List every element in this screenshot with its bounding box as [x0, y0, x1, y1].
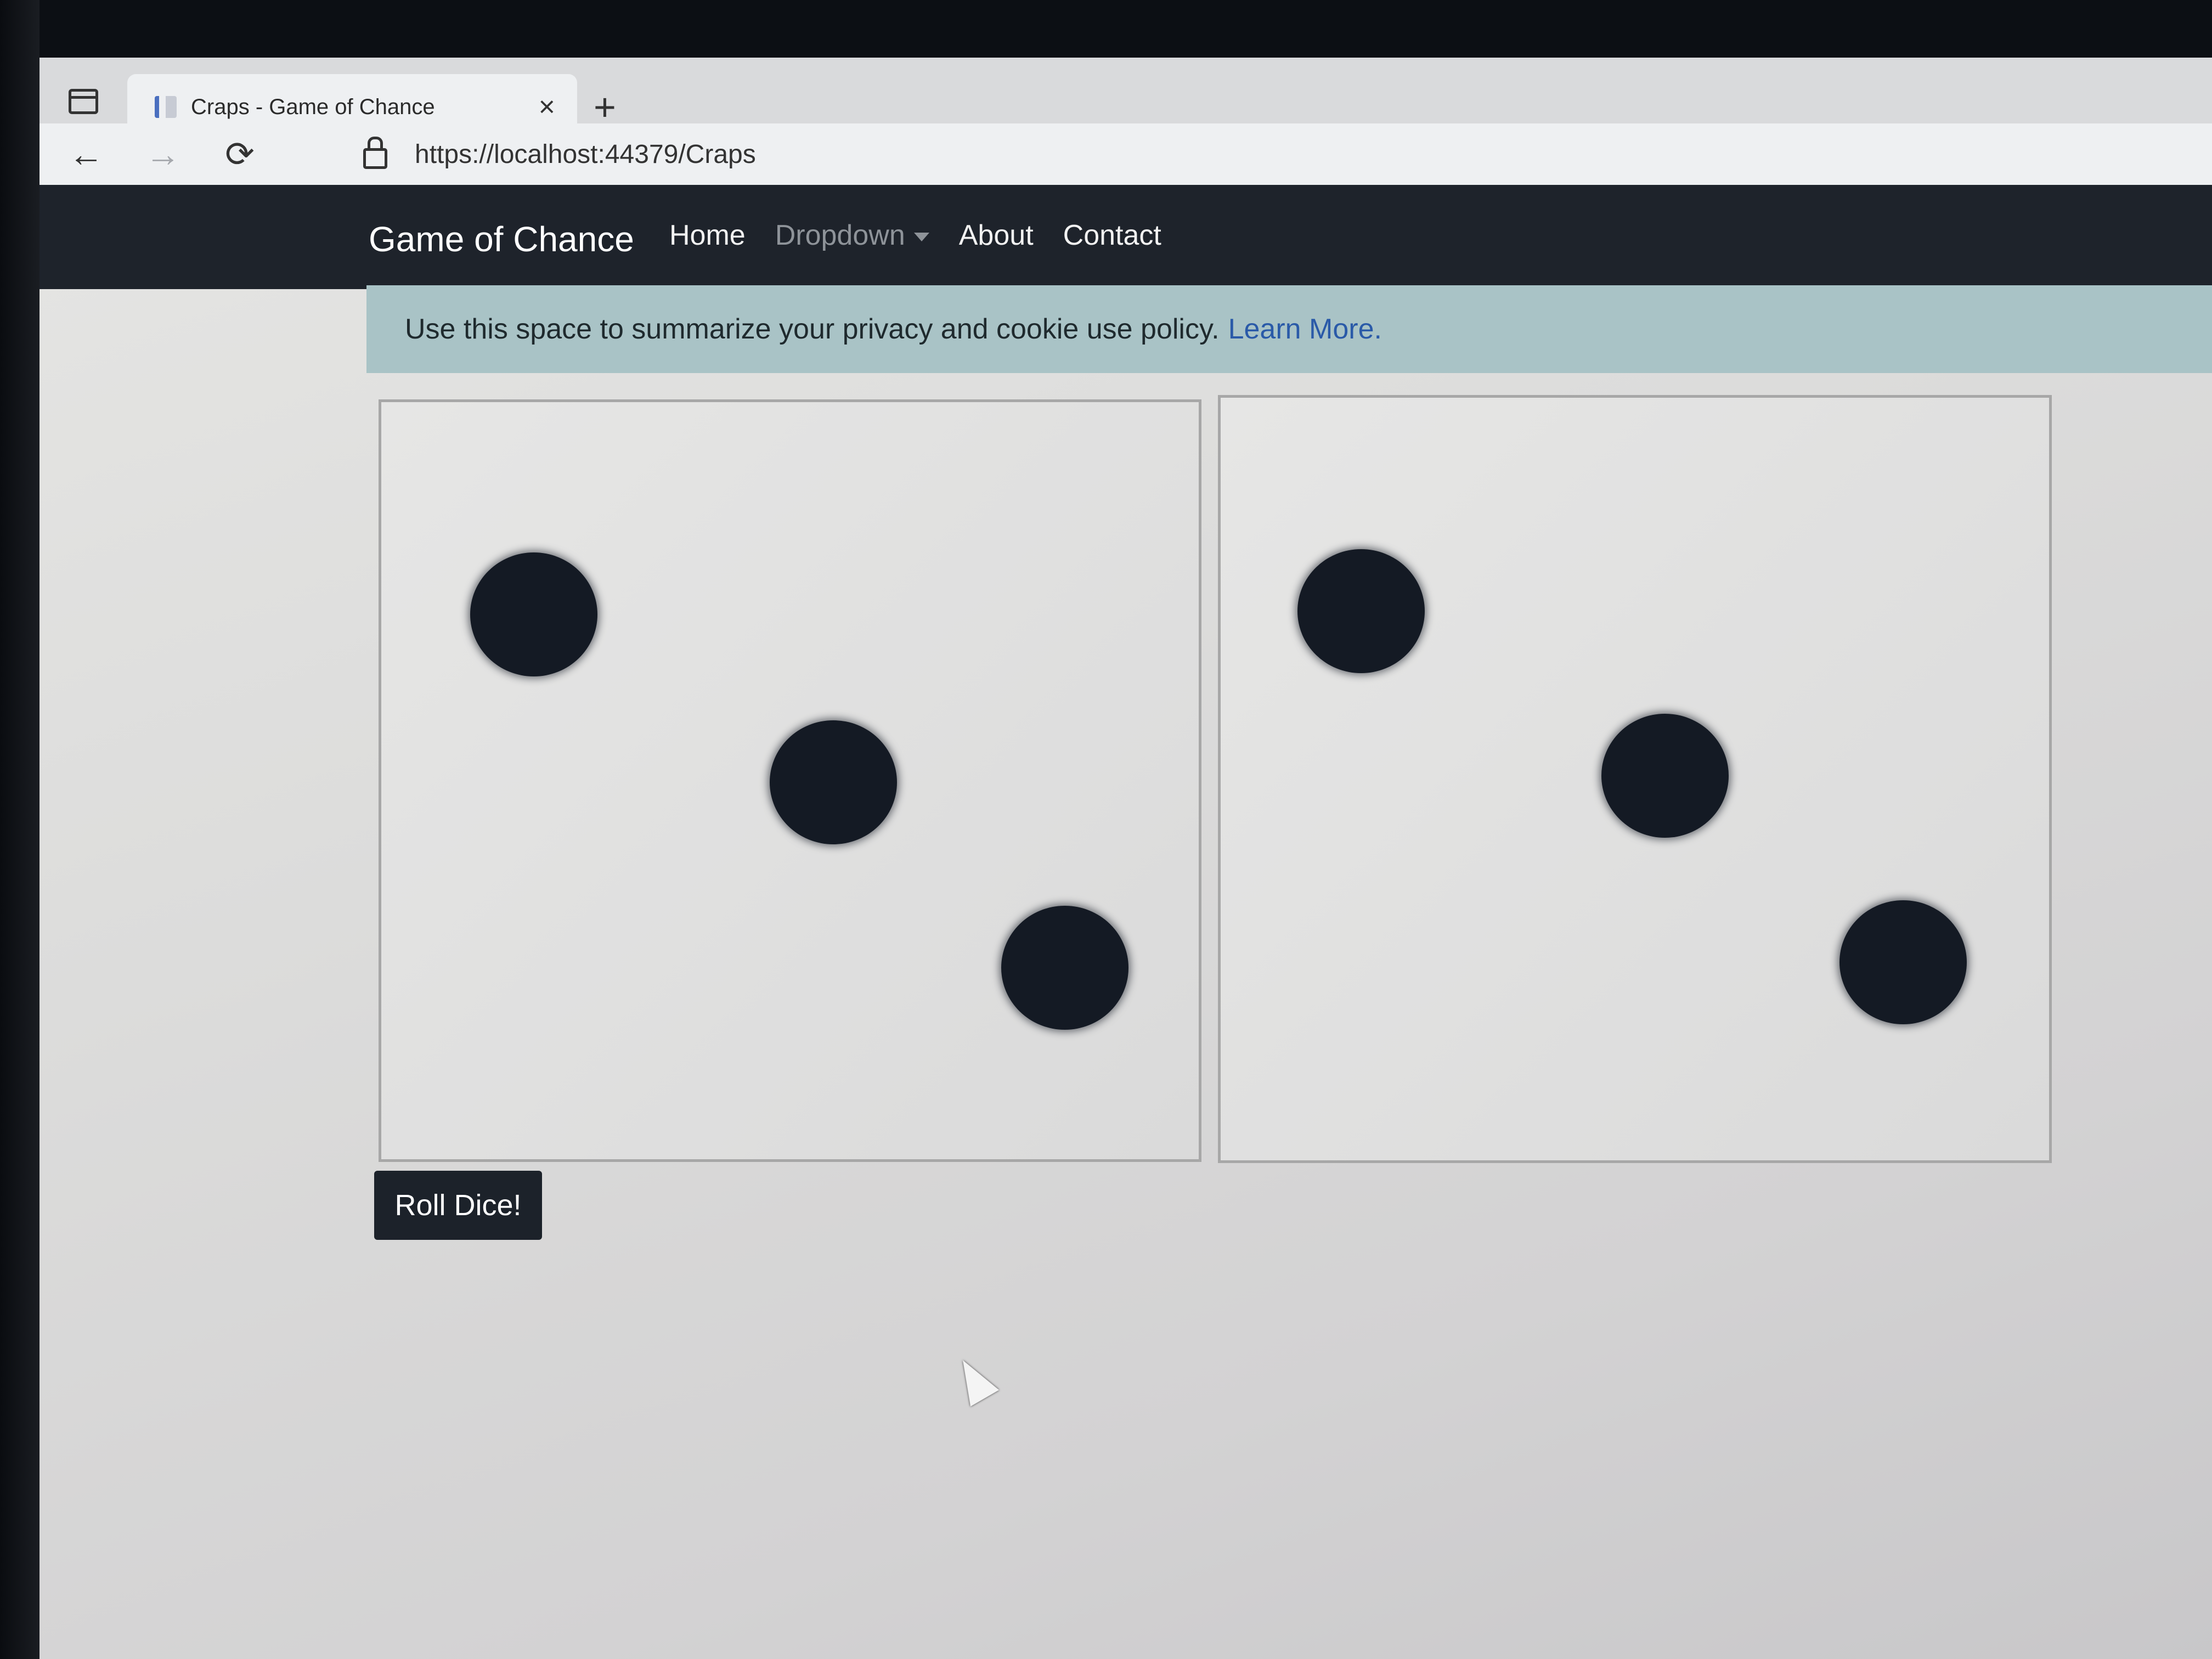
reload-icon[interactable]: ⟳ — [215, 132, 264, 176]
learn-more-link[interactable]: Learn More. — [1228, 313, 1382, 346]
die-2 — [1218, 395, 2052, 1163]
back-arrow-icon[interactable]: ← — [61, 132, 111, 176]
tab-title: Craps - Game of Chance — [191, 94, 435, 119]
address-bar: ← → ⟳ https://localhost:44379/Craps — [40, 123, 2212, 185]
die-pip — [1001, 906, 1128, 1030]
cookie-consent-alert: Use this space to summarize your privacy… — [366, 285, 2212, 373]
tab-close-icon[interactable]: × — [539, 93, 555, 121]
nav-dropdown-label: Dropdown — [775, 219, 905, 251]
nav-dropdown-toggle[interactable]: Dropdown — [775, 219, 929, 252]
die-pip — [470, 552, 597, 676]
nav-links: Home Dropdown About Contact — [669, 219, 1161, 252]
die-pip — [1839, 900, 1967, 1024]
caret-down-icon — [913, 233, 929, 242]
monitor-bezel — [0, 0, 40, 1659]
die-pip — [770, 720, 897, 844]
nav-home-link[interactable]: Home — [669, 219, 746, 252]
new-tab-icon[interactable]: + — [594, 88, 616, 126]
roll-dice-button[interactable]: Roll Dice! — [374, 1171, 542, 1240]
brand-link[interactable]: Game of Chance — [369, 219, 634, 259]
url-field[interactable]: https://localhost:44379/Craps — [297, 130, 2163, 178]
tab-actions-icon — [69, 89, 98, 114]
site-navbar: Game of Chance Home Dropdown About Conta… — [40, 185, 2212, 289]
tab-actions-button[interactable] — [56, 80, 111, 123]
lock-icon — [363, 137, 387, 169]
cookie-text: Use this space to summarize your privacy… — [405, 313, 1220, 345]
forward-arrow-icon[interactable]: → — [138, 132, 188, 176]
die-pip — [1601, 714, 1729, 838]
die-1 — [379, 399, 1201, 1162]
favicon-icon — [155, 96, 177, 118]
nav-contact-link[interactable]: Contact — [1063, 219, 1161, 252]
die-pip — [1297, 549, 1425, 673]
url-text: https://localhost:44379/Craps — [415, 139, 756, 169]
nav-about-link[interactable]: About — [959, 219, 1034, 252]
